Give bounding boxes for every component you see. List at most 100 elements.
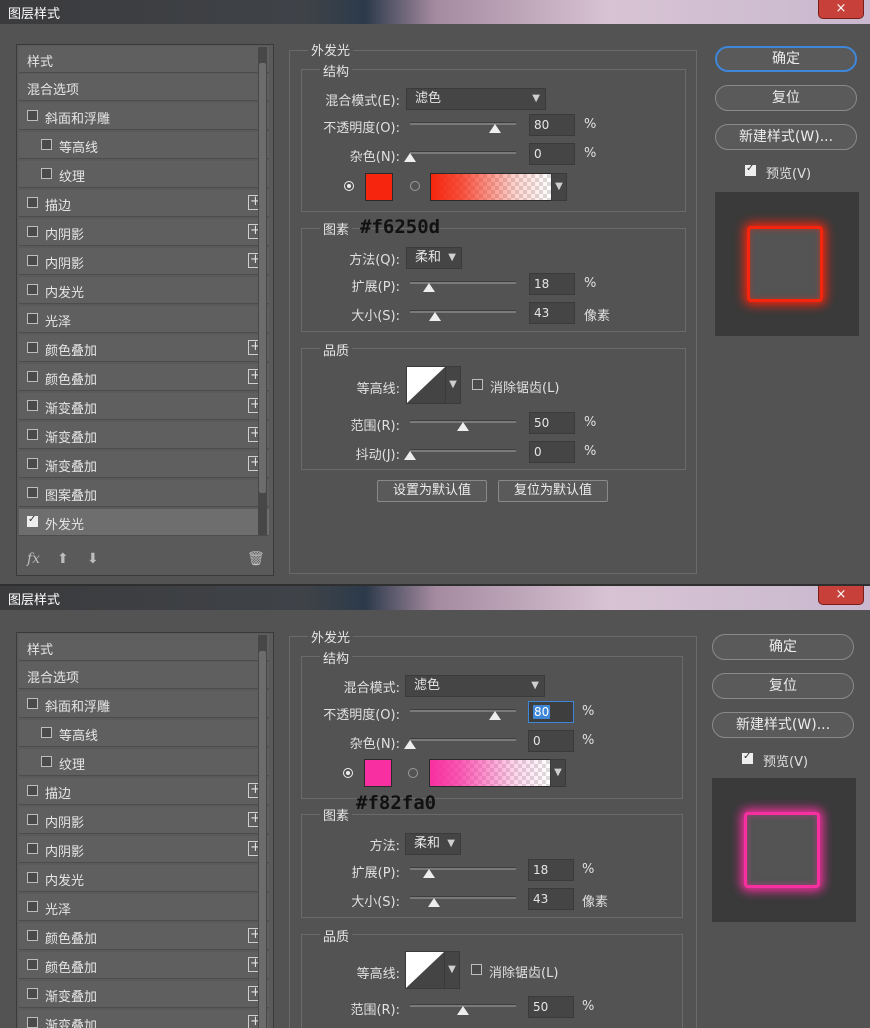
noise-input[interactable]: 0 xyxy=(528,730,574,752)
spread-slider-handle[interactable] xyxy=(423,283,436,292)
range-slider-handle[interactable] xyxy=(457,422,469,431)
gradient-radio[interactable] xyxy=(408,768,418,778)
styles-scrollbar[interactable] xyxy=(258,635,267,1028)
style-item-checkbox[interactable] xyxy=(27,814,38,825)
style-item-checkbox[interactable] xyxy=(27,197,38,208)
reset-button[interactable]: 复位 xyxy=(712,673,854,699)
noise-slider-handle[interactable] xyxy=(404,153,416,162)
contour-dropdown-chevron-icon[interactable]: ▼ xyxy=(445,366,461,404)
glow-gradient-bar[interactable] xyxy=(429,759,551,787)
size-slider-handle[interactable] xyxy=(429,312,441,321)
range-input[interactable]: 50 xyxy=(528,996,574,1018)
noise-input[interactable]: 0 xyxy=(529,143,575,165)
style-item[interactable]: 内发光 xyxy=(19,277,269,304)
style-item-checkbox[interactable] xyxy=(27,930,38,941)
style-item-checkbox[interactable] xyxy=(27,371,38,382)
noise-slider-track[interactable] xyxy=(410,151,516,154)
size-slider-track[interactable] xyxy=(410,896,516,899)
style-item[interactable]: 内阴影 + xyxy=(19,836,269,863)
style-item[interactable]: 颜色叠加 + xyxy=(19,335,269,362)
antialias-checkbox[interactable] xyxy=(471,964,482,975)
style-item[interactable]: 内发光 xyxy=(19,865,269,892)
style-item-checkbox[interactable] xyxy=(27,255,38,266)
style-item[interactable]: 纹理 xyxy=(19,161,269,188)
reset-default-button[interactable]: 复位为默认值 xyxy=(498,480,608,502)
style-item-checkbox[interactable] xyxy=(27,487,38,498)
style-item-checkbox[interactable] xyxy=(27,110,38,121)
contour-picker[interactable] xyxy=(405,951,445,989)
set-default-button[interactable]: 设置为默认值 xyxy=(377,480,487,502)
blend-mode-select[interactable]: 滤色 ▼ xyxy=(406,88,546,110)
style-item-checkbox[interactable] xyxy=(41,139,52,150)
new-style-button[interactable]: 新建样式(W)... xyxy=(712,712,854,738)
style-item[interactable]: 渐变叠加 + xyxy=(19,1010,269,1028)
jitter-input[interactable]: 0 xyxy=(529,441,575,463)
style-item-checkbox[interactable] xyxy=(27,313,38,324)
opacity-input[interactable]: 80 xyxy=(529,114,575,136)
style-item-checkbox[interactable] xyxy=(27,429,38,440)
gradient-dropdown-chevron-icon[interactable]: ▼ xyxy=(550,759,566,787)
style-item[interactable]: 描边 + xyxy=(19,778,269,805)
contour-picker[interactable] xyxy=(406,366,446,404)
style-item[interactable]: 内阴影 + xyxy=(19,219,269,246)
spread-slider-handle[interactable] xyxy=(423,869,436,878)
jitter-slider-track[interactable] xyxy=(410,449,516,452)
blend-mode-select[interactable]: 滤色 ▼ xyxy=(405,675,545,697)
spread-input[interactable]: 18 xyxy=(528,859,574,881)
style-item-checkbox[interactable] xyxy=(27,901,38,912)
style-item-checkbox[interactable] xyxy=(27,226,38,237)
opacity-slider-handle[interactable] xyxy=(488,124,501,133)
noise-slider-handle[interactable] xyxy=(404,740,416,749)
gradient-dropdown-chevron-icon[interactable]: ▼ xyxy=(551,173,567,201)
style-item-checkbox[interactable] xyxy=(27,342,38,353)
size-slider-handle[interactable] xyxy=(428,898,440,907)
style-item[interactable]: 光泽 xyxy=(19,306,269,333)
style-item[interactable]: 颜色叠加 + xyxy=(19,923,269,950)
style-item[interactable]: 渐变叠加 + xyxy=(19,451,269,478)
style-item[interactable]: 颜色叠加 + xyxy=(19,952,269,979)
close-button[interactable]: × xyxy=(818,586,864,605)
style-item[interactable]: 内阴影 + xyxy=(19,248,269,275)
gradient-radio[interactable] xyxy=(410,181,420,191)
style-item[interactable]: 等高线 xyxy=(19,720,269,747)
style-item-checkbox[interactable] xyxy=(41,756,52,767)
range-input[interactable]: 50 xyxy=(529,412,575,434)
blend-options-item[interactable]: 混合选项 xyxy=(19,662,269,689)
style-item-checkbox[interactable] xyxy=(27,458,38,469)
style-item-checkbox[interactable] xyxy=(27,872,38,883)
style-item-checkbox[interactable] xyxy=(41,168,52,179)
style-item-checkbox[interactable] xyxy=(27,400,38,411)
style-item[interactable]: 斜面和浮雕 xyxy=(19,103,269,130)
style-item[interactable]: 外发光 xyxy=(19,509,269,536)
trash-icon[interactable]: 🗑 xyxy=(247,551,265,567)
styles-header[interactable]: 样式 xyxy=(19,634,269,661)
new-style-button[interactable]: 新建样式(W)... xyxy=(715,124,857,150)
fx-icon[interactable]: fx xyxy=(27,551,40,567)
ok-button[interactable]: 确定 xyxy=(712,634,854,660)
opacity-slider-handle[interactable] xyxy=(488,711,501,720)
preview-checkbox[interactable] xyxy=(742,751,753,764)
style-item-checkbox[interactable] xyxy=(27,284,38,295)
scrollbar-thumb[interactable] xyxy=(259,651,266,1028)
style-item[interactable]: 斜面和浮雕 xyxy=(19,691,269,718)
style-item-checkbox[interactable] xyxy=(27,1017,38,1028)
move-up-icon[interactable]: ⬆ xyxy=(57,551,69,567)
glow-color-swatch[interactable] xyxy=(365,173,393,201)
opacity-input[interactable]: 80 xyxy=(528,701,574,723)
style-item-checkbox[interactable] xyxy=(27,698,38,709)
blend-options-item[interactable]: 混合选项 xyxy=(19,74,269,101)
style-item-checkbox[interactable] xyxy=(27,514,38,527)
style-item[interactable]: 描边 + xyxy=(19,190,269,217)
noise-slider-track[interactable] xyxy=(410,738,516,741)
style-item[interactable]: 光泽 xyxy=(19,894,269,921)
range-slider-handle[interactable] xyxy=(457,1006,469,1015)
style-item[interactable]: 纹理 xyxy=(19,749,269,776)
style-item[interactable]: 图案叠加 xyxy=(19,480,269,507)
style-item-checkbox[interactable] xyxy=(41,727,52,738)
jitter-slider-handle[interactable] xyxy=(404,451,416,460)
style-item-checkbox[interactable] xyxy=(27,785,38,796)
style-item[interactable]: 等高线 xyxy=(19,132,269,159)
style-item-checkbox[interactable] xyxy=(27,843,38,854)
antialias-checkbox[interactable] xyxy=(472,379,483,390)
solid-color-radio[interactable] xyxy=(343,768,353,778)
